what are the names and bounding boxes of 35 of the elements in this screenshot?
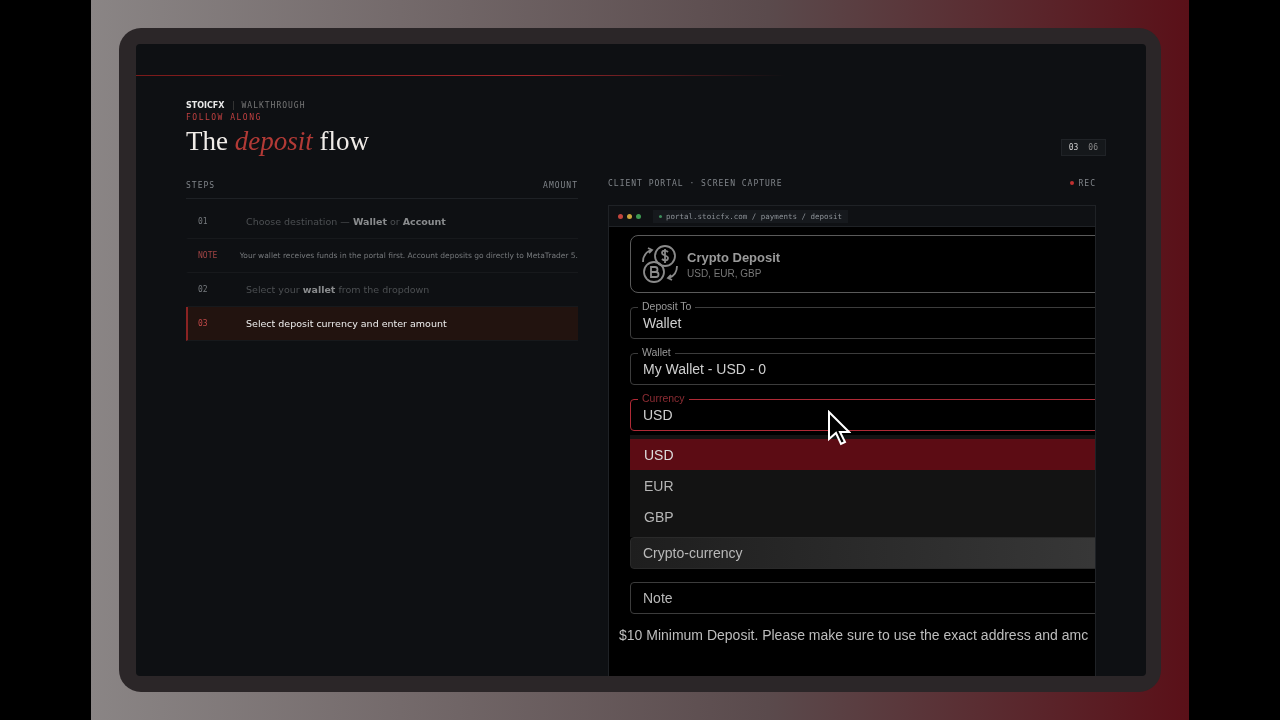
minimum-deposit-notice: $10 Minimum Deposit. Please make sure to use the exact address and amc	[619, 627, 1090, 643]
step-text: Select deposit currency and enter amount	[246, 318, 447, 329]
brand-logo: STOICFX	[186, 101, 225, 110]
maximize-dot-icon[interactable]	[636, 213, 641, 219]
step-number: NOTE	[197, 251, 219, 260]
step-number: 02	[197, 285, 209, 294]
dropdown-option[interactable]: GBP	[630, 501, 1095, 532]
step-number: 01	[197, 217, 209, 226]
record-dot-icon	[1069, 181, 1074, 185]
field-label: Currency	[638, 392, 689, 405]
column-header: AMOUNT	[543, 181, 578, 190]
close-dot-icon[interactable]	[618, 213, 623, 219]
minimize-dot-icon[interactable]	[627, 213, 632, 219]
step-number: 03	[197, 319, 209, 328]
capture-label: CLIENT PORTAL · SCREEN CAPTURE	[608, 178, 783, 188]
page-current: 03	[1068, 143, 1079, 152]
page-total: 06	[1088, 143, 1098, 152]
mouse-cursor-icon	[827, 410, 851, 446]
page-title: The deposit flow	[186, 126, 370, 157]
coin-exchange-icon	[641, 242, 679, 286]
column-header: STEPS	[186, 181, 216, 190]
card-title: Crypto Deposit	[687, 249, 781, 265]
dropdown-option[interactable]: USD	[630, 439, 1095, 470]
field-label: Deposit To	[638, 300, 696, 313]
input-field[interactable]: Note	[630, 582, 1095, 614]
deposit-card[interactable]: Crypto Deposit USD, EUR, GBP	[630, 235, 1095, 293]
card-subtitle: USD, EUR, GBP	[687, 267, 763, 279]
input-field[interactable]: Crypto-currency	[630, 537, 1095, 569]
eyebrow-label: FOLLOW ALONG	[186, 113, 263, 122]
field-label: Wallet	[638, 346, 675, 359]
step-text: Select your wallet from the dropdown	[246, 284, 430, 295]
section-label: WALKTHROUGH	[232, 101, 306, 110]
rec-label: REC	[1078, 178, 1096, 188]
dropdown-option[interactable]: EUR	[630, 470, 1095, 501]
step-row[interactable]: 03 Select deposit currency and enter amount	[186, 307, 578, 341]
